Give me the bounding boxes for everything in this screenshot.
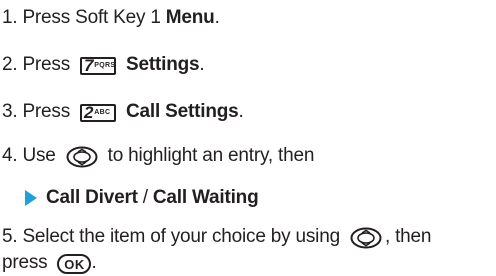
call-waiting-label: Call Waiting	[152, 187, 259, 208]
step-3-call-settings-label: Call Settings	[126, 101, 239, 122]
ok-key-icon: OK	[57, 254, 92, 274]
step-2-period: .	[199, 54, 205, 75]
step-1-menu-label: Menu	[165, 7, 215, 28]
step-5-period: .	[91, 252, 97, 273]
separator-slash: /	[142, 187, 148, 208]
step-4: 4. Use to highlight an entry, then	[2, 143, 314, 169]
sub-item-call-options: Call Divert / Call Waiting	[25, 185, 259, 211]
step-1: 1. Press Soft Key 1 Menu .	[2, 5, 220, 31]
step-2-text: Press	[22, 54, 71, 75]
step-5-number: 5.	[2, 226, 18, 247]
key-2-abc-icon: 2 ABC	[80, 104, 117, 122]
step-1-number: 1.	[2, 7, 18, 28]
call-divert-label: Call Divert	[46, 187, 138, 208]
step-4-text: Use	[22, 145, 56, 166]
step-3-text: Press	[22, 101, 71, 122]
step-1-period: .	[214, 7, 220, 28]
navigation-key-icon	[66, 146, 98, 168]
step-3-period: .	[238, 101, 244, 122]
step-5-continued: press OK .	[2, 250, 97, 276]
step-4-text-after: to highlight an entry, then	[107, 145, 315, 166]
step-1-text: Press Soft Key 1	[22, 7, 161, 28]
arrow-right-icon	[25, 190, 37, 206]
step-5: 5. Select the item of your choice by usi…	[2, 224, 431, 250]
step-5-press-text: press	[2, 252, 48, 273]
step-2: 2. Press 7 PQRS Settings .	[2, 52, 205, 78]
navigation-key-icon	[350, 227, 382, 249]
step-3-number: 3.	[2, 101, 18, 122]
step-5-text: Select the item of your choice by using	[22, 226, 340, 247]
step-5-text-after: , then	[384, 226, 432, 247]
instruction-document: 1. Press Soft Key 1 Menu . 2. Press 7 PQ…	[0, 0, 496, 276]
step-2-number: 2.	[2, 54, 18, 75]
step-2-settings-label: Settings	[126, 54, 200, 75]
step-3: 3. Press 2 ABC Call Settings .	[2, 99, 244, 125]
key-7-pqrs-icon: 7 PQRS	[80, 57, 117, 75]
step-4-number: 4.	[2, 145, 18, 166]
